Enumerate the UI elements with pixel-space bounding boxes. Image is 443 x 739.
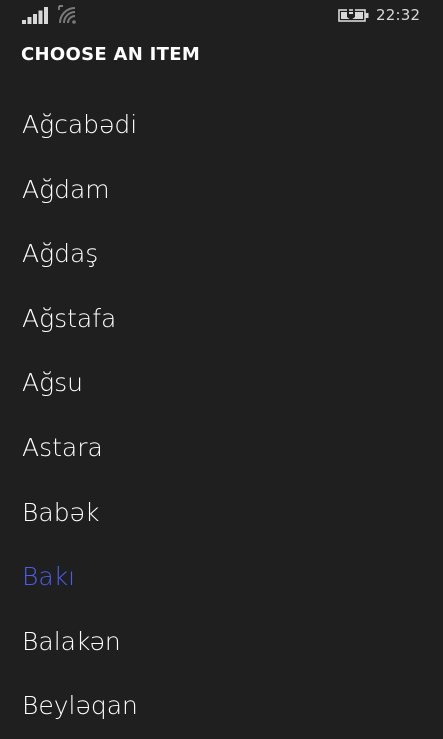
page-title: CHOOSE AN ITEM — [21, 44, 201, 65]
item-list[interactable]: Ağcabədi Ağdam Ağdaş Ağstafa Ağsu Astara… — [0, 93, 443, 739]
wifi-icon — [58, 5, 76, 24]
list-item-astara[interactable]: Astara — [0, 416, 443, 481]
signal-strength-icon — [22, 7, 48, 24]
clock: 22:32 — [376, 6, 421, 24]
list-item-agdas[interactable]: Ağdaş — [0, 222, 443, 287]
list-item-balaken[interactable]: Balakən — [0, 610, 443, 675]
status-bar: 22:32 — [0, 0, 443, 32]
list-item-agdam[interactable]: Ağdam — [0, 158, 443, 223]
list-item-beyleqan[interactable]: Beyləqan — [0, 674, 443, 739]
list-item-agcabedi[interactable]: Ağcabədi — [0, 93, 443, 158]
list-item-agstafa[interactable]: Ağstafa — [0, 287, 443, 352]
list-item-baki[interactable]: Bakı — [0, 545, 443, 610]
battery-charging-icon — [338, 9, 369, 22]
list-item-agsu[interactable]: Ağsu — [0, 351, 443, 416]
list-item-babek[interactable]: Babək — [0, 481, 443, 546]
